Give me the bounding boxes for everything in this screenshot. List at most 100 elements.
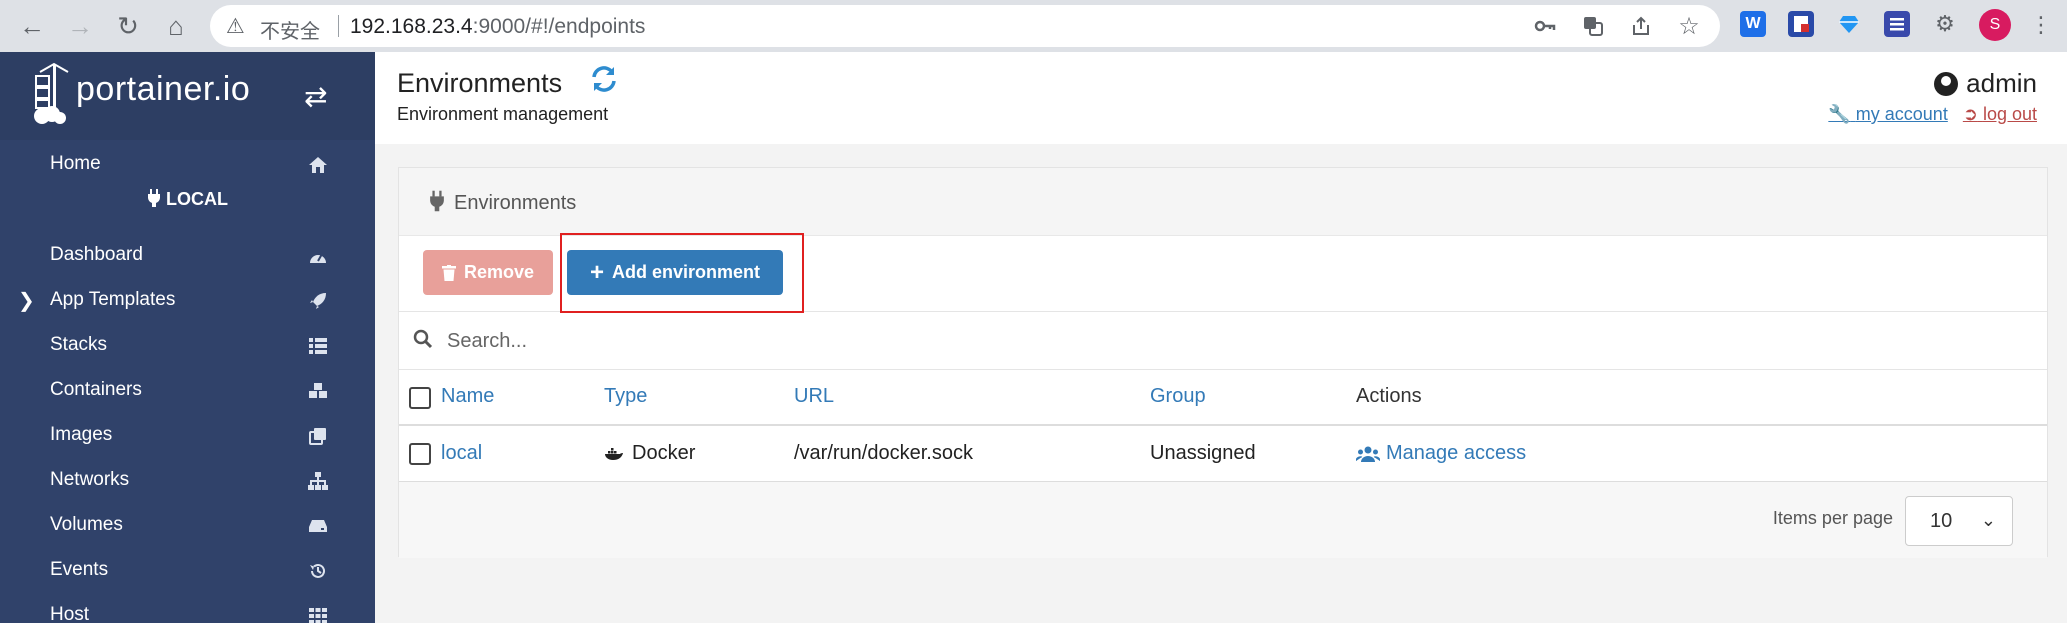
browser-toolbar: ← → ↻ ⌂ ⚠ 不安全 192.168.23.4:9000/#!/endpo…: [0, 0, 2067, 52]
key-icon[interactable]: [1532, 13, 1558, 39]
sidebar-item-networks[interactable]: Networks: [0, 459, 375, 504]
column-header-actions: Actions: [1356, 385, 1422, 407]
page-title: Environments: [397, 68, 563, 98]
sidebar: portainer.io ⇄ Home LOCAL Dashboard ❯ Ap…: [0, 52, 375, 623]
plug-icon: [147, 189, 160, 207]
manage-access-link[interactable]: Manage access: [1356, 442, 1526, 465]
action-toolbar: Remove + Add environment: [399, 236, 2047, 312]
portainer-logo-icon[interactable]: [32, 62, 76, 126]
hdd-icon: [306, 514, 330, 538]
sidebar-item-label: App Templates: [50, 289, 176, 310]
wrench-icon: 🔧: [1828, 104, 1851, 124]
sidebar-item-volumes[interactable]: Volumes: [0, 504, 375, 549]
search-bar: [399, 312, 2047, 370]
user-links: 🔧 my account ➲ log out: [1828, 104, 2037, 125]
log-out-link[interactable]: ➲ log out: [1963, 104, 2037, 124]
search-icon: [413, 329, 433, 349]
sidebar-item-host[interactable]: Host: [0, 594, 375, 623]
extension-reader-icon[interactable]: [1788, 11, 1814, 37]
column-header-url[interactable]: URL: [794, 385, 834, 408]
trash-icon: [441, 264, 456, 281]
sidebar-item-label: Events: [50, 559, 109, 580]
table-row: local Docker /var/run/docker.sock Unassi…: [399, 426, 2047, 482]
address-bar[interactable]: ⚠ 不安全 192.168.23.4:9000/#!/endpoints ☆: [210, 5, 1720, 47]
chevron-down-icon: ⌄: [1980, 510, 1996, 530]
sidebar-item-label: Host: [50, 604, 90, 623]
th-list-icon: [306, 334, 330, 358]
sidebar-item-label: Home: [50, 153, 101, 174]
table-header: Name Type URL Group Actions: [399, 370, 2047, 426]
sidebar-item-dashboard[interactable]: Dashboard: [0, 234, 375, 279]
sidebar-item-label: Images: [50, 424, 113, 445]
panel-header: Environments: [399, 168, 2047, 236]
home-icon[interactable]: ⌂: [158, 8, 194, 44]
sidebar-item-label: Volumes: [50, 514, 123, 535]
remove-button[interactable]: Remove: [423, 250, 553, 295]
items-per-page-select[interactable]: 10 ⌄: [1905, 496, 2013, 546]
brand-name[interactable]: portainer.io: [76, 70, 250, 109]
sidebar-item-label: Stacks: [50, 334, 108, 355]
refresh-icon[interactable]: [590, 65, 618, 101]
url-text[interactable]: 192.168.23.4:9000/#!/endpoints: [350, 15, 645, 39]
sidebar-item-home[interactable]: Home: [0, 143, 375, 188]
page-header: Environments Environment management admi…: [375, 52, 2067, 144]
sidebar-item-label: Networks: [50, 469, 130, 490]
forward-icon[interactable]: →: [62, 8, 98, 44]
sidebar-item-stacks[interactable]: Stacks: [0, 324, 375, 369]
sidebar-item-containers[interactable]: Containers: [0, 369, 375, 414]
extension-diamond-icon[interactable]: [1836, 11, 1862, 37]
sidebar-item-events[interactable]: Events: [0, 549, 375, 594]
docker-icon: [605, 447, 623, 460]
row-checkbox[interactable]: [409, 443, 431, 465]
back-icon[interactable]: ←: [14, 8, 50, 44]
user-circle-icon: [1934, 71, 1959, 96]
column-header-group[interactable]: Group: [1150, 385, 1206, 408]
environment-header: LOCAL: [0, 189, 375, 229]
plus-icon: +: [589, 258, 604, 286]
table-footer: Items per page 10 ⌄: [399, 482, 2047, 558]
plug-icon: [430, 190, 444, 212]
sidebar-toggle-icon[interactable]: ⇄: [304, 80, 327, 113]
users-icon: [1356, 446, 1380, 462]
column-header-type[interactable]: Type: [604, 385, 647, 408]
page-subtitle: Environment management: [397, 104, 609, 124]
insecure-label: 不安全: [260, 21, 320, 43]
sidebar-item-images[interactable]: Images: [0, 414, 375, 459]
environment-name-link[interactable]: local: [441, 442, 482, 465]
clone-icon: [306, 424, 330, 448]
extensions-puzzle-icon[interactable]: ⚙: [1932, 11, 1958, 37]
sign-out-icon: ➲: [1962, 104, 1978, 124]
environments-panel: Environments Remove + Add environment Na…: [398, 167, 2048, 558]
extension-list-icon[interactable]: [1884, 11, 1910, 37]
bookmark-star-icon[interactable]: ☆: [1676, 13, 1702, 40]
translate-icon[interactable]: [1580, 13, 1606, 39]
add-environment-button[interactable]: + Add environment: [567, 250, 783, 295]
items-per-page-label: Items per page: [1772, 508, 1893, 528]
my-account-link[interactable]: 🔧 my account: [1828, 104, 1947, 124]
divider: [338, 15, 339, 37]
sidebar-item-label: Containers: [50, 379, 142, 400]
warning-icon: ⚠: [226, 15, 245, 38]
select-all-checkbox[interactable]: [409, 387, 431, 409]
environment-url: /var/run/docker.sock: [794, 442, 973, 464]
chevron-right-icon[interactable]: ❯: [18, 288, 35, 313]
sidebar-item-app-templates[interactable]: ❯ App Templates: [0, 279, 375, 324]
rocket-icon: [306, 289, 330, 313]
extension-w-icon[interactable]: W: [1740, 11, 1766, 37]
home-icon: [306, 153, 330, 177]
panel-title: Environments: [454, 192, 577, 214]
column-header-name[interactable]: Name: [441, 385, 494, 408]
history-icon: [306, 559, 330, 583]
reload-icon[interactable]: ↻: [110, 8, 146, 44]
search-input[interactable]: [447, 324, 1947, 358]
environment-name: LOCAL: [166, 189, 228, 209]
browser-menu-icon[interactable]: ⋮: [2030, 12, 2052, 38]
user-info: admin: [1934, 68, 2037, 99]
items-per-page-value: 10: [1930, 510, 1953, 532]
profile-avatar[interactable]: S: [1979, 9, 2011, 41]
dashboard-icon: [306, 244, 330, 268]
sitemap-icon: [306, 469, 330, 493]
share-icon[interactable]: [1628, 13, 1654, 39]
sidebar-item-label: Dashboard: [50, 244, 143, 265]
brand-bar: portainer.io ⇄: [0, 52, 375, 140]
